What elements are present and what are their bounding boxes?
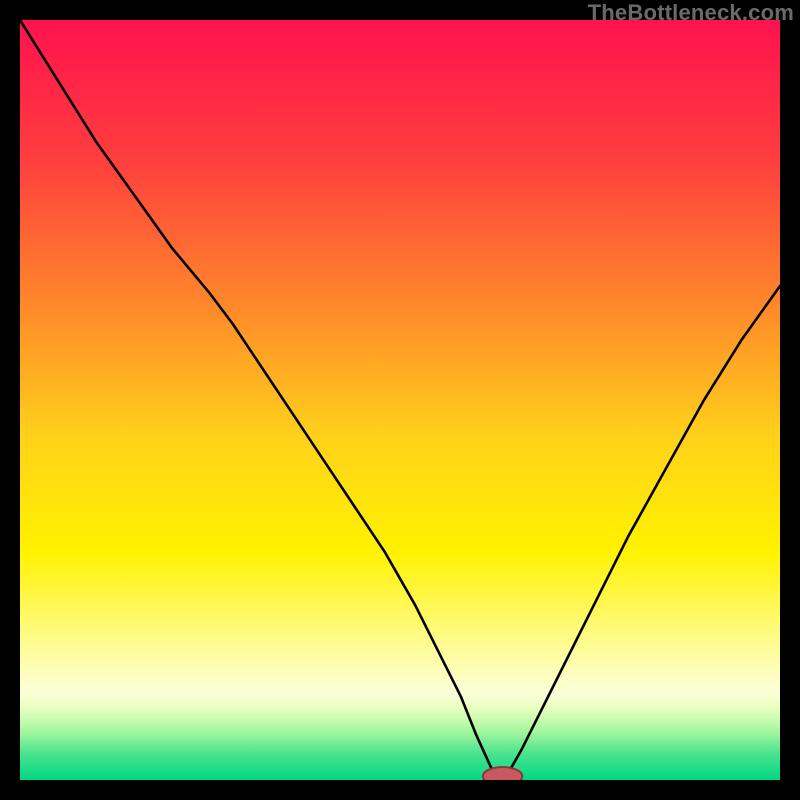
gradient-background — [20, 20, 780, 780]
chart-svg — [20, 20, 780, 780]
optimum-marker — [483, 767, 523, 780]
watermark-text: TheBottleneck.com — [588, 0, 794, 26]
plot-area — [20, 20, 780, 780]
chart-frame: TheBottleneck.com — [0, 0, 800, 800]
